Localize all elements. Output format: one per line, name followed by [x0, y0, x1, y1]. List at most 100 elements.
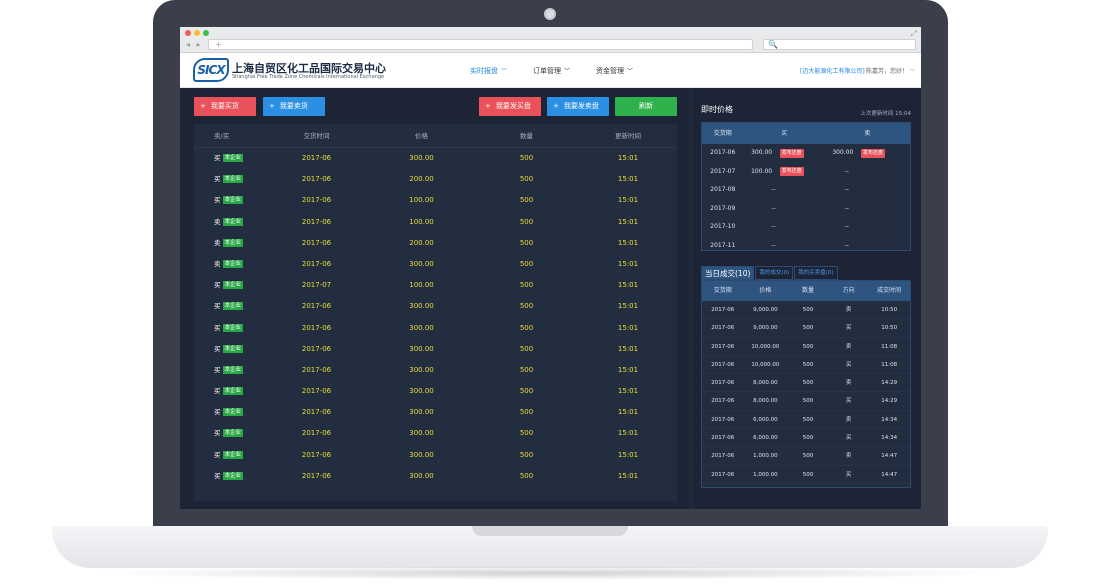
side-label: 卖 — [214, 259, 221, 268]
time-cell: 14:29 — [881, 398, 898, 405]
time-cell: 10:50 — [881, 307, 898, 313]
side-cell: 买本企业 — [194, 445, 264, 466]
buy-goods-button[interactable]: + 我要买货 — [194, 97, 256, 116]
price-cell: 300.00 — [409, 408, 434, 417]
refresh-button[interactable]: 刷新 — [615, 97, 677, 116]
qty-cell: 500 — [519, 154, 534, 162]
side-cell: 买本企业 — [194, 381, 264, 402]
own-company-badge: 本企业 — [222, 408, 244, 417]
company-link[interactable]: [迈大能源化工有限公司] — [800, 66, 865, 75]
post-sell-order-button[interactable]: + 我要发卖盘 — [547, 97, 609, 116]
period-cell: 2017-06 — [711, 416, 735, 423]
sell-cell: -- — [825, 163, 910, 182]
nav-realtime-quotes[interactable]: 实时报盘 ﹀ — [470, 66, 507, 76]
price-cell: 8,000.00 — [753, 398, 778, 405]
period-cell: 2017-06 — [711, 398, 735, 405]
counter-offer-button[interactable]: 发布还盘 — [860, 148, 885, 158]
fullscreen-icon[interactable]: ⤢ — [911, 29, 917, 39]
plus-icon: + — [553, 102, 559, 110]
table-row[interactable]: 买本企业 2017-06 100.00 500 15:01 — [194, 190, 677, 211]
own-company-badge: 本企业 — [222, 344, 244, 353]
plus-icon: + — [485, 102, 491, 110]
address-bar[interactable]: + — [208, 39, 753, 50]
order-rows: 买本企业 2017-06 300.00 500 15:01 买本企业 2017-06 200.… — [194, 148, 677, 487]
updated-cell: 15:01 — [617, 408, 639, 417]
table-row[interactable]: 卖本企业 2017-06 300.00 500 15:01 — [194, 254, 677, 275]
nav-fund-management[interactable]: 资金管理 ﹀ — [596, 66, 633, 76]
direction-cell: 买 — [845, 435, 852, 442]
own-company-badge: 本企业 — [222, 302, 244, 311]
close-window-icon[interactable] — [185, 30, 191, 36]
counter-offer-button[interactable]: 发布还盘 — [779, 148, 804, 158]
nav-order-management[interactable]: 订单管理 ﹀ — [533, 66, 570, 76]
col-qty: 数量 — [801, 287, 814, 294]
col-qty: 数量 — [520, 132, 533, 140]
trade-row: 2017-06 8,000.00 500 买 14:29 — [702, 392, 910, 411]
maximize-window-icon[interactable] — [203, 30, 209, 36]
browser-chrome: ◂ ▸ + 🔍 ⤢ — [180, 27, 921, 53]
add-tab-icon: + — [215, 40, 222, 49]
table-row[interactable]: 卖本企业 2017-06 200.00 500 15:01 — [194, 233, 677, 254]
minimize-window-icon[interactable] — [194, 30, 200, 36]
time-cell: 14:34 — [881, 416, 898, 423]
table-row[interactable]: 买本企业 2017-06 300.00 500 15:01 — [194, 423, 677, 444]
chevron-down-icon: ﹀ — [501, 68, 508, 75]
side-cell: 买本企业 — [194, 339, 264, 360]
trade-row: 2017-06 8,000.00 500 卖 14:29 — [702, 374, 910, 393]
table-row[interactable]: 买本企业 2017-06 300.00 500 15:01 — [194, 402, 677, 423]
tab-my-orders[interactable]: 我的买卖盘(0) — [794, 266, 838, 280]
table-row[interactable]: 买本企业 2017-06 300.00 500 15:01 — [194, 466, 677, 487]
price-cell: 100.00 — [409, 217, 434, 226]
direction-cell: 卖 — [845, 380, 852, 387]
side-label: 买 — [214, 450, 221, 459]
price-cell: 300.00 — [409, 429, 434, 438]
sell-goods-button[interactable]: + 我要卖货 — [263, 97, 325, 116]
price-cell: 10,000.00 — [751, 361, 780, 368]
table-row[interactable]: 买本企业 2017-06 300.00 500 15:01 — [194, 339, 677, 360]
period-cell: 2017-06 — [711, 325, 735, 332]
side-label: 买 — [214, 365, 221, 374]
site-subtitle: Shanghai Free Trade Zone Chemicals Inter… — [232, 74, 385, 80]
buy-cell: -- — [744, 181, 825, 200]
tab-today-trades[interactable]: 当日成交(10) — [701, 266, 755, 280]
browser-search-input[interactable]: 🔍 — [763, 39, 916, 50]
price-row: 2017-11 -- -- — [702, 237, 910, 251]
logo-icon[interactable]: SICX — [193, 58, 229, 82]
buy-price: -- — [771, 241, 776, 249]
table-row[interactable]: 买本企业 2017-06 300.00 500 15:01 — [194, 445, 677, 466]
table-row[interactable]: 买本企业 2017-06 300.00 500 15:01 — [194, 148, 677, 169]
trade-row: 2017-06 10,000.00 500 买 11:08 — [702, 356, 910, 375]
delivery-cell: 2017-06 — [301, 154, 332, 162]
order-panel: + 我要买货 + 我要卖货 + 我要发买盘 + 我要发卖盘 刷新 卖/买 交货时间 价格… — [180, 88, 689, 509]
trade-tabs: 当日成交(10) 我的成交(0) 我的买卖盘(0) — [701, 266, 839, 280]
user-menu[interactable]: 陈嘉芳，您好！ ﹀ — [866, 66, 915, 75]
side-label: 买 — [214, 281, 221, 290]
table-row[interactable]: 买本企业 2017-06 300.00 500 15:01 — [194, 360, 677, 381]
buy-cell: 300.00 发布还盘 — [744, 144, 825, 163]
table-row[interactable]: 买本企业 2017-07 100.00 500 15:01 — [194, 275, 677, 296]
side-label: 买 — [214, 344, 221, 353]
table-row[interactable]: 买本企业 2017-06 300.00 500 15:01 — [194, 296, 677, 317]
table-row[interactable]: 买本企业 2017-06 300.00 500 15:01 — [194, 318, 677, 339]
post-buy-order-button[interactable]: + 我要发买盘 — [479, 97, 541, 116]
time-cell: 14:29 — [881, 380, 898, 387]
counter-offer-button[interactable]: 发布还盘 — [779, 167, 804, 177]
delivery-cell: 2017-06 — [301, 323, 332, 332]
price-row: 2017-10 -- -- — [702, 218, 910, 237]
time-cell: 11:08 — [881, 361, 898, 368]
qty-cell: 500 — [802, 325, 814, 332]
updated-cell: 15:01 — [617, 365, 639, 374]
side-label: 买 — [214, 471, 221, 480]
price-cell: 300.00 — [409, 344, 434, 353]
side-label: 买 — [214, 302, 221, 311]
price-cell: 6,000.00 — [753, 435, 778, 442]
table-row[interactable]: 买本企业 2017-06 300.00 500 15:01 — [194, 381, 677, 402]
back-forward-icon[interactable]: ◂ ▸ — [186, 40, 203, 49]
updated-cell: 15:01 — [617, 154, 639, 162]
direction-cell: 卖 — [845, 416, 852, 423]
updated-cell: 15:01 — [617, 281, 639, 290]
tab-my-trades[interactable]: 我的成交(0) — [755, 266, 794, 280]
period-cell: 2017-06 — [711, 307, 735, 313]
table-row[interactable]: 买本企业 2017-06 200.00 500 15:01 — [194, 169, 677, 190]
table-row[interactable]: 卖本企业 2017-06 100.00 500 15:01 — [194, 212, 677, 233]
